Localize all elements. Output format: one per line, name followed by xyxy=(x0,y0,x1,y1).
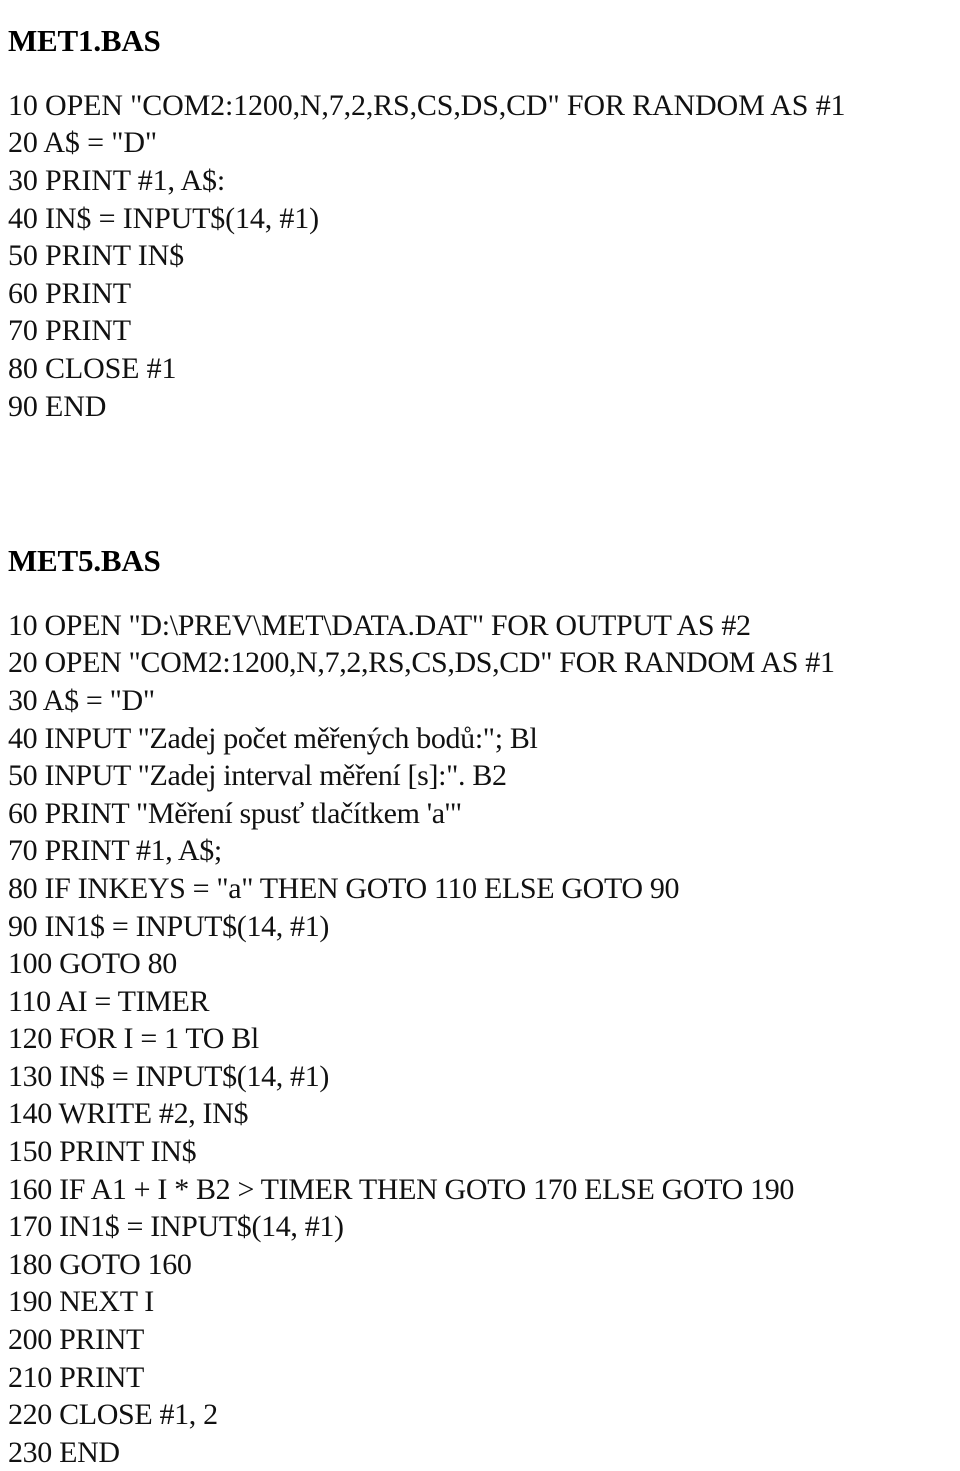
code-line: 80 CLOSE #1 xyxy=(8,351,177,385)
code-line: 60 PRINT xyxy=(8,276,131,310)
code-line: 160 IF A1 + I * B2 > TIMER THEN GOTO 170… xyxy=(8,1172,795,1206)
code-line: 40 IN$ = INPUT$(14, #1) xyxy=(8,201,319,235)
code-line: 220 CLOSE #1, 2 xyxy=(8,1398,218,1432)
code-line: 10 OPEN "COM2:1200,N,7,2,RS,CS,DS,CD" FO… xyxy=(8,88,846,122)
program-title-met1: MET1.BAS xyxy=(8,22,161,58)
code-listing-met1: 10 OPEN "COM2:1200,N,7,2,RS,CS,DS,CD" FO… xyxy=(0,87,960,425)
code-line: 180 GOTO 160 xyxy=(8,1247,192,1281)
program-listing-met5: MET5.BAS 10 OPEN "D:\PREV\MET\DATA.DAT" … xyxy=(0,522,960,1471)
code-line: 70 PRINT #1, A$; xyxy=(8,834,222,868)
program-listing-met1: MET1.BAS 10 OPEN "COM2:1200,N,7,2,RS,CS,… xyxy=(0,2,960,425)
code-line: 90 IN1$ = INPUT$(14, #1) xyxy=(8,909,329,943)
code-line: 50 INPUT "Zadej interval měření [s]:". B… xyxy=(8,759,507,793)
code-line: 90 END xyxy=(8,389,107,423)
code-line: 10 OPEN "D:\PREV\MET\DATA.DAT" FOR OUTPU… xyxy=(8,608,751,642)
code-line: 30 A$ = "D" xyxy=(8,683,155,717)
code-line: 30 PRINT #1, A$: xyxy=(8,163,226,197)
code-line: 20 OPEN "COM2:1200,N,7,2,RS,CS,DS,CD" FO… xyxy=(8,646,835,680)
code-line: 110 AI = TIMER xyxy=(8,984,210,1018)
code-line: 230 END xyxy=(8,1435,120,1469)
code-line: 120 FOR I = 1 TO Bl xyxy=(8,1022,259,1056)
code-line: 60 PRINT "Měření spusť tlačítkem 'a'" xyxy=(8,796,462,830)
code-line: 70 PRINT xyxy=(8,314,131,348)
code-line: 170 IN1$ = INPUT$(14, #1) xyxy=(8,1210,344,1244)
code-line: 50 PRINT IN$ xyxy=(8,239,184,273)
code-line: 80 IF INKEYS = "a" THEN GOTO 110 ELSE GO… xyxy=(8,871,680,905)
document-page: MET1.BAS 10 OPEN "COM2:1200,N,7,2,RS,CS,… xyxy=(0,0,960,1469)
code-line: 40 INPUT "Zadej počet měřených bodů:"; B… xyxy=(8,721,538,755)
code-line: 20 A$ = "D" xyxy=(8,126,157,160)
code-line: 150 PRINT IN$ xyxy=(8,1135,197,1169)
code-line: 130 IN$ = INPUT$(14, #1) xyxy=(8,1059,329,1093)
code-line: 140 WRITE #2, IN$ xyxy=(8,1097,249,1131)
code-line: 190 NEXT I xyxy=(8,1285,154,1319)
code-listing-met5: 10 OPEN "D:\PREV\MET\DATA.DAT" FOR OUTPU… xyxy=(0,607,960,1471)
code-line: 200 PRINT xyxy=(8,1323,145,1357)
program-title-met5: MET5.BAS xyxy=(8,542,161,578)
code-line: 100 GOTO 80 xyxy=(8,947,177,981)
code-line: 210 PRINT xyxy=(8,1360,145,1394)
